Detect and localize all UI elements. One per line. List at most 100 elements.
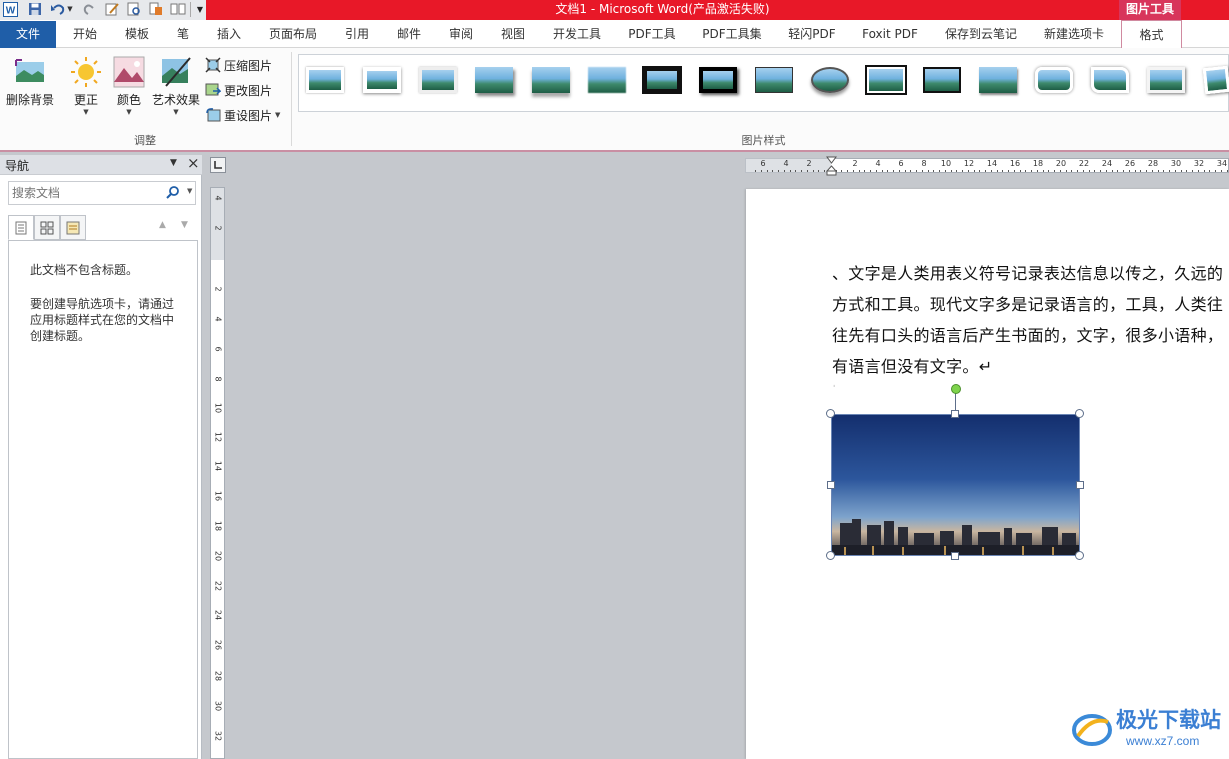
search-options-dropdown-icon[interactable]: ▼	[187, 187, 192, 195]
tab-format[interactable]: 格式	[1121, 20, 1182, 49]
next-result-icon[interactable]: ▼	[181, 220, 188, 230]
customize-qa-icon[interactable]: ▼	[194, 1, 206, 17]
hruler-tick	[1071, 170, 1073, 172]
tab-save-to-cloud[interactable]: 保存到云笔记	[938, 20, 1024, 48]
tab-insert[interactable]: 插入	[206, 20, 252, 48]
word-app-icon[interactable]: W	[2, 1, 18, 17]
resize-handle-bottom[interactable]	[951, 552, 959, 560]
hruler-tick	[985, 170, 986, 172]
picture-style-perspective[interactable]	[976, 62, 1020, 98]
nav-tab-headings[interactable]	[8, 215, 34, 240]
vruler-label: 26	[213, 639, 223, 651]
hruler-tick	[1054, 170, 1055, 172]
resize-handle-top[interactable]	[951, 410, 959, 418]
document-icon[interactable]	[148, 1, 164, 17]
hruler-tick	[887, 170, 889, 172]
corrections-button[interactable]: 更正 ▼	[66, 52, 106, 122]
tab-pdf-tools[interactable]: PDF工具	[622, 20, 682, 48]
picture-style-rotated[interactable]	[1198, 62, 1229, 98]
headings-icon	[15, 221, 27, 234]
resize-handle-bottom-right[interactable]	[1075, 551, 1084, 560]
picture-style-simple-frame[interactable]	[303, 62, 347, 98]
navigation-menu-icon[interactable]: ▼	[170, 158, 177, 168]
tab-foxit-pdf[interactable]: Foxit PDF	[856, 20, 924, 48]
picture-style-soft-frame[interactable]	[360, 62, 404, 98]
tab-references[interactable]: 引用	[334, 20, 380, 48]
picture-styles-group-label: 图片样式	[741, 134, 786, 147]
picture-style-rounded[interactable]	[1032, 62, 1076, 98]
tab-mailings[interactable]: 邮件	[388, 20, 430, 48]
artistic-effects-button[interactable]: 艺术效果 ▼	[150, 52, 202, 122]
tab-selector[interactable]	[210, 157, 226, 173]
picture-style-reflected[interactable]	[529, 62, 573, 98]
resize-handle-top-right[interactable]	[1075, 409, 1084, 418]
edit-doc-icon[interactable]	[104, 1, 120, 17]
paragraph-mark-small: ˈ	[833, 384, 836, 393]
resize-handle-top-left[interactable]	[826, 409, 835, 418]
picture-style-double-frame[interactable]	[864, 62, 908, 98]
first-line-indent-marker[interactable]	[825, 156, 838, 179]
compress-pictures-button[interactable]: 压缩图片	[205, 54, 272, 76]
picture-style-white-frame[interactable]	[416, 62, 460, 98]
tab-home[interactable]: 开始	[62, 20, 108, 48]
tab-lightpdf[interactable]: 轻闪PDF	[782, 20, 842, 48]
navigation-close-icon[interactable]: ×	[187, 154, 200, 172]
save-icon[interactable]	[27, 1, 43, 17]
resize-handle-left[interactable]	[827, 481, 835, 489]
hruler-tick	[990, 170, 992, 172]
hruler-tick	[1013, 170, 1015, 172]
hruler-tick	[789, 170, 791, 172]
hruler-tick	[893, 170, 894, 172]
color-button[interactable]: 颜色 ▼	[110, 52, 148, 122]
picture-style-oval[interactable]	[808, 62, 852, 98]
previous-result-icon[interactable]: ▲	[159, 220, 166, 230]
tab-templates[interactable]: 模板	[116, 20, 158, 48]
adjust-group-label: 调整	[134, 134, 156, 147]
hruler-tick	[904, 170, 906, 172]
picture-style-soft-edge[interactable]	[585, 62, 629, 98]
hruler-tick	[1226, 170, 1228, 172]
resize-handle-right[interactable]	[1076, 481, 1084, 489]
picture-style-beveled[interactable]	[1144, 62, 1188, 98]
search-icon[interactable]	[166, 185, 180, 202]
hruler-tick	[875, 170, 877, 172]
artistic-effects-icon	[160, 56, 192, 88]
hruler-label: 24	[1101, 159, 1113, 168]
tab-review[interactable]: 审阅	[440, 20, 482, 48]
nav-tab-pages[interactable]	[34, 215, 60, 240]
undo-icon[interactable]	[50, 1, 66, 17]
inserted-picture[interactable]	[831, 414, 1080, 556]
tab-view[interactable]: 视图	[492, 20, 534, 48]
picture-style-drop-shadow[interactable]	[472, 62, 516, 98]
tab-pdf-toolset[interactable]: PDF工具集	[696, 20, 768, 48]
tab-page-layout[interactable]: 页面布局	[260, 20, 326, 48]
tab-file[interactable]: 文件	[0, 21, 56, 48]
hruler-tick	[1209, 170, 1211, 172]
tab-developer[interactable]: 开发工具	[546, 20, 608, 48]
remove-background-button[interactable]: 删除背景	[2, 52, 58, 122]
nav-tab-results[interactable]	[60, 215, 86, 240]
tab-new-tab[interactable]: 新建选项卡	[1036, 20, 1112, 48]
hruler-tick	[939, 170, 940, 172]
document-paragraph[interactable]: 、文字是人类用表义符号记录表达信息以传之，久远的方式和工具。现代文字多是记录语言…	[832, 258, 1229, 382]
site-watermark: 极光下载站 www.xz7.com	[1070, 700, 1229, 756]
read-mode-icon[interactable]	[170, 1, 186, 17]
undo-dropdown-icon[interactable]: ▼	[66, 1, 74, 17]
navigation-title: 导航	[5, 159, 30, 173]
hruler-tick	[1151, 170, 1153, 172]
tab-pen[interactable]: 笔	[168, 20, 198, 48]
picture-style-snip-corner[interactable]	[1088, 62, 1132, 98]
reset-picture-button[interactable]: 重设图片 ▼	[205, 104, 280, 126]
hruler-label: 22	[1078, 159, 1090, 168]
rotation-handle[interactable]	[951, 384, 961, 394]
redo-icon[interactable]	[82, 1, 98, 17]
print-preview-icon[interactable]	[126, 1, 142, 17]
picture-style-thick-black-frame[interactable]	[640, 62, 684, 98]
resize-handle-bottom-left[interactable]	[826, 551, 835, 560]
change-picture-button[interactable]: 更改图片	[205, 79, 272, 101]
picture-style-black-thin-frame[interactable]	[920, 62, 964, 98]
picture-style-thin-border[interactable]	[752, 62, 796, 98]
create-headings-help: 要创建导航选项卡，请通过应用标题样式在您的文档中创建标题。	[30, 297, 175, 343]
hruler-tick	[1019, 170, 1021, 172]
picture-style-black-shadow[interactable]	[696, 62, 740, 98]
